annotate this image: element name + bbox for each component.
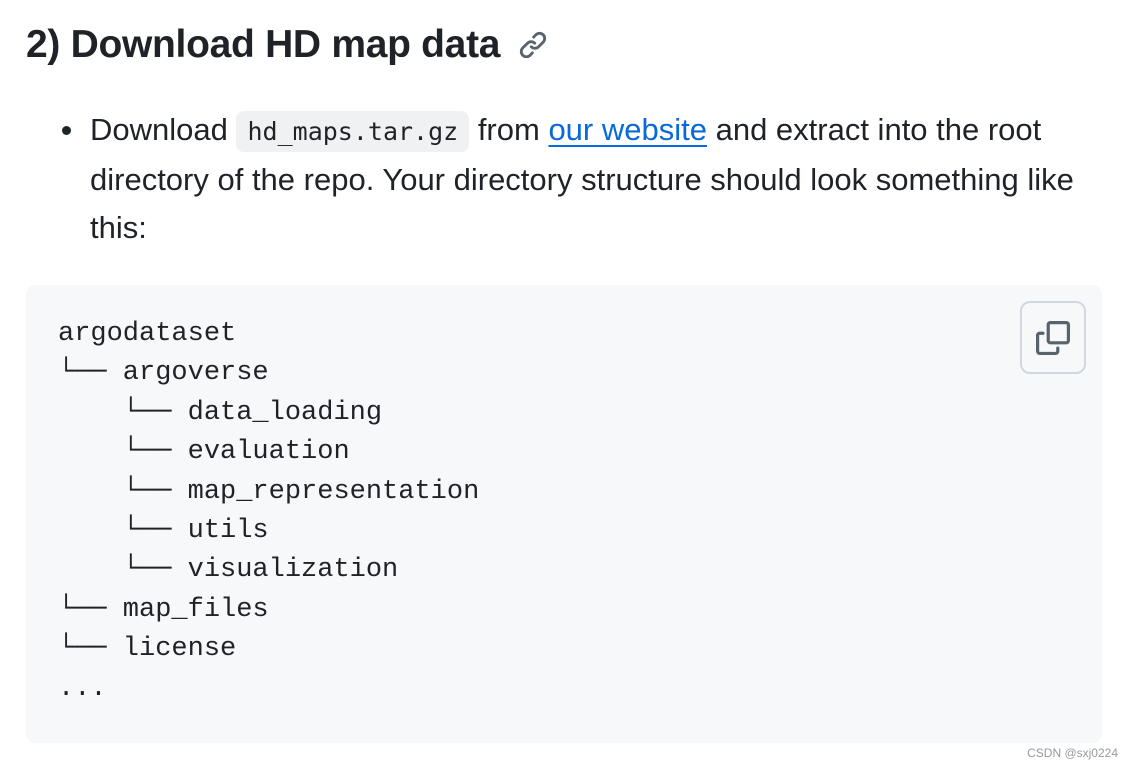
- code-line: └── utils: [58, 516, 269, 547]
- copy-icon: [1036, 320, 1070, 355]
- code-line: └── map_representation: [58, 476, 480, 507]
- directory-tree: argodataset └── argoverse └── data_loadin…: [58, 315, 479, 709]
- section-heading: 2) Download HD map data: [26, 18, 550, 72]
- code-line: └── data_loading: [58, 397, 383, 428]
- code-line: ...: [58, 673, 107, 704]
- bullet-list: Download hd_maps.tar.gz from our website…: [60, 106, 1100, 252]
- list-item: Download hd_maps.tar.gz from our website…: [60, 106, 1100, 252]
- copy-button[interactable]: [1020, 301, 1086, 374]
- inline-code-filename: hd_maps.tar.gz: [236, 111, 470, 152]
- text-download: Download: [90, 112, 237, 147]
- code-block: argodataset └── argoverse └── data_loadin…: [26, 285, 1102, 743]
- anchor-link[interactable]: [518, 29, 550, 61]
- code-line: └── argoverse: [58, 358, 269, 389]
- section-title: 2) Download HD map data: [26, 23, 501, 66]
- code-line: └── evaluation: [58, 437, 350, 468]
- our-website-link[interactable]: our website: [548, 112, 707, 147]
- code-line: └── visualization: [58, 555, 399, 586]
- code-line: └── map_files: [58, 594, 269, 625]
- code-line: └── license: [58, 634, 237, 665]
- text-from: from: [469, 112, 549, 147]
- code-line: argodataset: [58, 319, 237, 349]
- bullet-dot: [62, 126, 71, 135]
- link-icon: [520, 31, 547, 59]
- watermark: CSDN @sxj0224: [1027, 746, 1118, 760]
